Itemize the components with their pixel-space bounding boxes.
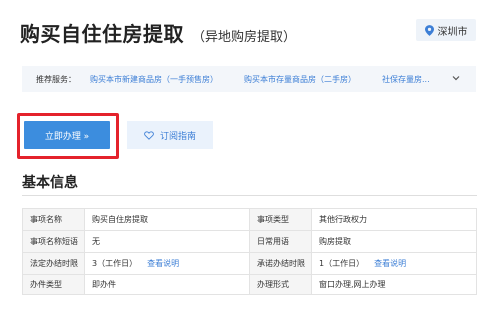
page-title-main: 购买自住住房提取 [20, 22, 184, 46]
chevron-down-icon[interactable] [452, 74, 460, 82]
table-row: 事项名称短语 无 日常用语 购房提取 [22, 230, 477, 253]
table-value: 3（工作日） [92, 259, 138, 268]
location-selector[interactable]: 深圳市 [416, 19, 476, 41]
recommend-link-second-hand[interactable]: 购买本市存量商品房（二手房） [244, 74, 356, 85]
table-key: 承诺办结时限 [249, 252, 312, 275]
table-key: 办理形式 [249, 274, 312, 295]
view-explanation-link[interactable]: 查看说明 [147, 259, 179, 268]
view-explanation-link[interactable]: 查看说明 [374, 259, 406, 268]
recommend-link-new-house[interactable]: 购买本市新建商品房（一手预售房） [90, 74, 218, 85]
table-key: 日常用语 [249, 230, 312, 253]
table-key: 事项名称 [22, 208, 85, 231]
highlight-box [17, 113, 119, 159]
table-key: 办件类型 [22, 274, 85, 295]
table-value: 其他行政权力 [311, 208, 477, 231]
location-label: 深圳市 [437, 26, 468, 38]
table-key: 事项类型 [249, 208, 312, 231]
table-value: 1（工作日） [319, 259, 365, 268]
table-row: 事项名称 购买自住房提取 事项类型 其他行政权力 [22, 208, 477, 231]
table-value: 窗口办理,网上办理 [311, 274, 477, 295]
table-value: 无 [84, 230, 250, 253]
table-value: 即办件 [84, 274, 250, 295]
table-row: 法定办结时限 3（工作日） 查看说明 承诺办结时限 1（工作日） 查看说明 [22, 252, 477, 275]
subscribe-guide-button[interactable]: 订阅指南 [127, 121, 213, 149]
recommend-link-social-security[interactable]: 社保存量房... [382, 74, 430, 85]
table-value-cell: 1（工作日） 查看说明 [311, 252, 477, 275]
recommended-services-bar: 推荐服务： 购买本市新建商品房（一手预售房） 购买本市存量商品房（二手房） 社保… [22, 66, 476, 92]
page-title: 购买自住住房提取 （异地购房提取） [20, 18, 296, 47]
section-title: 基本信息 [22, 175, 78, 191]
table-value: 购房提取 [311, 230, 477, 253]
section-divider [22, 195, 477, 196]
basic-info-table: 事项名称 购买自住房提取 事项类型 其他行政权力 事项名称短语 无 日常用语 购… [22, 208, 477, 295]
subscribe-guide-label: 订阅指南 [159, 131, 196, 142]
table-key: 法定办结时限 [22, 252, 85, 275]
table-key: 事项名称短语 [22, 230, 85, 253]
table-value: 购买自住房提取 [84, 208, 250, 231]
heart-icon [144, 130, 154, 140]
table-row: 办件类型 即办件 办理形式 窗口办理,网上办理 [22, 274, 477, 295]
location-pin-icon [424, 24, 434, 36]
recommend-label: 推荐服务： [36, 74, 76, 84]
page-subtitle: （异地购房提取） [192, 30, 297, 45]
table-value-cell: 3（工作日） 查看说明 [84, 252, 250, 275]
